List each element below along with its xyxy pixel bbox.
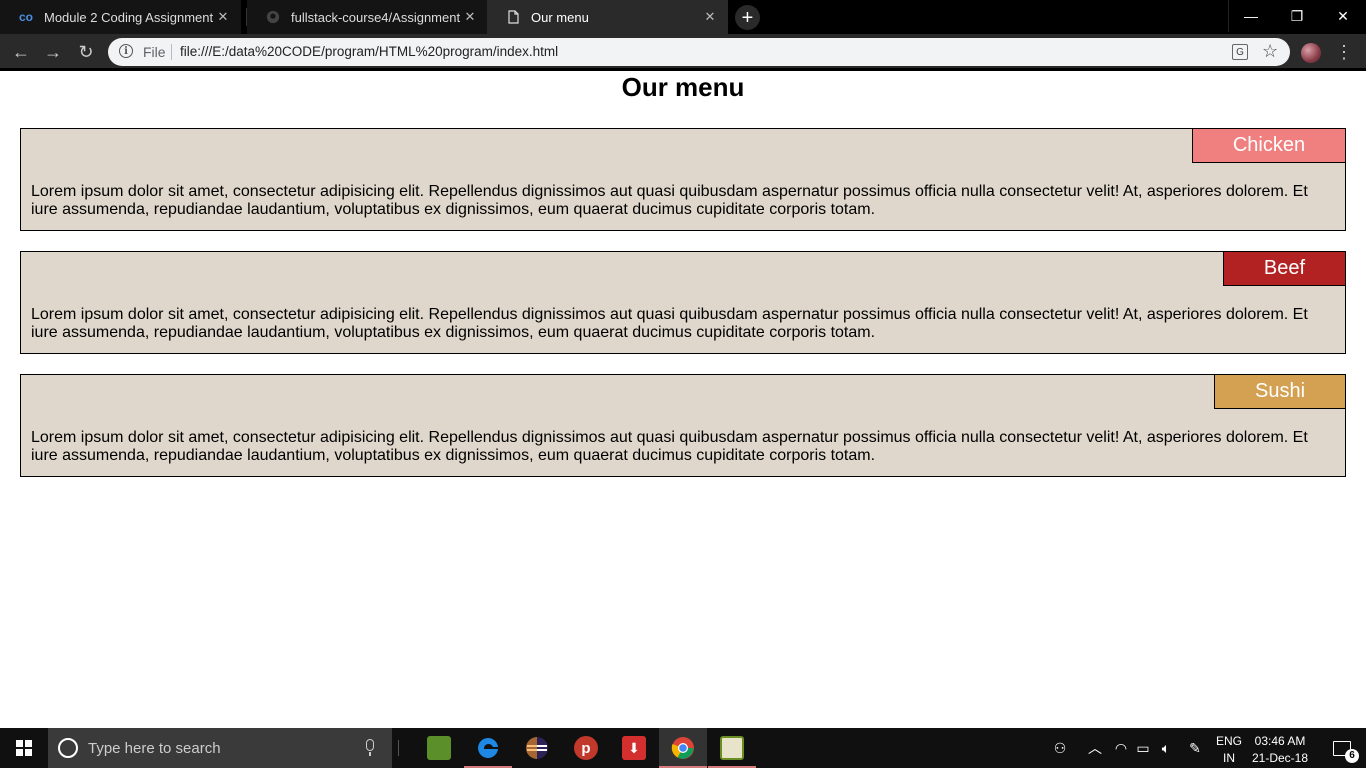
back-button[interactable]: ← bbox=[9, 40, 33, 64]
download-icon: ⬇ bbox=[622, 736, 646, 760]
psiphon-app[interactable]: p bbox=[562, 728, 610, 768]
address-bar[interactable]: i File file:///E:/data%20CODE/program/HT… bbox=[108, 38, 1290, 66]
chrome-app[interactable] bbox=[659, 728, 707, 768]
page-content: Our menu Chicken Lorem ipsum dolor sit a… bbox=[0, 71, 1366, 728]
download-app[interactable]: ⬇ bbox=[610, 728, 658, 768]
tab-title: fullstack-course4/Assignment-2.r bbox=[291, 9, 460, 25]
profile-avatar[interactable] bbox=[1301, 43, 1321, 63]
taskbar: Type here to search p ⬇ ⚇ ︿ ◠ ▭ 🔈︎ ✎ ENG… bbox=[0, 728, 1366, 768]
minimize-button[interactable]: — bbox=[1228, 0, 1274, 32]
eclipse-icon bbox=[526, 737, 548, 759]
clock[interactable]: 03:46 AM 21-Dec-18 bbox=[1248, 733, 1312, 767]
tab-github[interactable]: fullstack-course4/Assignment-2.r ✕ bbox=[247, 0, 488, 34]
tab-coursera[interactable]: co Module 2 Coding Assignment | C ✕ bbox=[0, 0, 241, 34]
restore-button[interactable]: ❐ bbox=[1274, 0, 1320, 32]
section-label: Sushi bbox=[1214, 374, 1346, 409]
edge-app[interactable] bbox=[464, 728, 512, 768]
edge-icon bbox=[478, 737, 498, 758]
action-center-button[interactable]: 6 bbox=[1318, 728, 1366, 768]
chrome-menu-icon[interactable]: ⋮ bbox=[1335, 40, 1353, 64]
minecraft-app[interactable] bbox=[415, 728, 463, 768]
tab-strip: co Module 2 Coding Assignment | C ✕ full… bbox=[0, 0, 1366, 34]
volume-icon[interactable]: 🔈︎ bbox=[1155, 728, 1177, 768]
cortana-icon bbox=[58, 738, 78, 758]
psiphon-icon: p bbox=[574, 736, 598, 760]
close-icon[interactable]: ✕ bbox=[213, 7, 233, 27]
notification-icon: 6 bbox=[1333, 740, 1359, 763]
info-icon[interactable]: i bbox=[119, 44, 133, 58]
eclipse-app[interactable] bbox=[513, 728, 561, 768]
reload-button[interactable]: ↻ bbox=[74, 40, 98, 64]
close-window-button[interactable]: ✕ bbox=[1320, 0, 1366, 32]
bookmark-star-icon[interactable]: ☆ bbox=[1262, 41, 1278, 62]
menu-section-chicken: Chicken Lorem ipsum dolor sit amet, cons… bbox=[20, 128, 1346, 231]
notepad-app[interactable] bbox=[708, 728, 756, 768]
language-code: ENG bbox=[1215, 734, 1242, 748]
microphone-icon[interactable] bbox=[365, 739, 375, 757]
chevron-up-icon[interactable]: ︿ bbox=[1084, 728, 1106, 768]
close-icon[interactable]: ✕ bbox=[460, 7, 480, 27]
start-button[interactable] bbox=[0, 728, 48, 768]
section-text: Lorem ipsum dolor sit amet, consectetur … bbox=[31, 183, 1308, 218]
language-indicator[interactable]: ENG IN bbox=[1214, 733, 1244, 767]
close-icon[interactable]: ✕ bbox=[700, 7, 720, 27]
security-label: File bbox=[143, 44, 166, 60]
notification-count: 6 bbox=[1345, 748, 1359, 763]
forward-button[interactable]: → bbox=[41, 40, 65, 64]
translate-icon[interactable]: G bbox=[1232, 44, 1248, 60]
section-text: Lorem ipsum dolor sit amet, consectetur … bbox=[31, 429, 1308, 464]
url-text[interactable]: file:///E:/data%20CODE/program/HTML%20pr… bbox=[180, 44, 558, 59]
page-icon bbox=[505, 9, 521, 25]
taskbar-search[interactable]: Type here to search bbox=[48, 728, 392, 768]
language-region: IN bbox=[1223, 751, 1235, 765]
tab-title: Module 2 Coding Assignment | C bbox=[44, 9, 213, 25]
search-placeholder: Type here to search bbox=[88, 740, 221, 757]
clock-date: 21-Dec-18 bbox=[1251, 751, 1309, 765]
github-icon bbox=[265, 9, 281, 25]
coursera-icon: co bbox=[18, 10, 33, 24]
wifi-icon[interactable]: ◠ bbox=[1110, 728, 1132, 768]
section-text: Lorem ipsum dolor sit amet, consectetur … bbox=[31, 306, 1308, 341]
tab-our-menu[interactable]: Our menu ✕ bbox=[487, 0, 728, 34]
tab-title: Our menu bbox=[531, 9, 589, 25]
menu-section-sushi: Sushi Lorem ipsum dolor sit amet, consec… bbox=[20, 374, 1346, 477]
chrome-icon bbox=[671, 737, 694, 759]
menu-section-beef: Beef Lorem ipsum dolor sit amet, consect… bbox=[20, 251, 1346, 354]
section-label: Chicken bbox=[1192, 128, 1346, 163]
battery-icon[interactable]: ▭ bbox=[1132, 728, 1154, 768]
clock-time: 03:46 AM bbox=[1254, 734, 1306, 748]
new-tab-button[interactable]: + bbox=[735, 5, 760, 30]
minecraft-icon bbox=[427, 736, 451, 760]
notepad-icon bbox=[720, 736, 744, 760]
section-label: Beef bbox=[1223, 251, 1346, 286]
page-title: Our menu bbox=[621, 72, 745, 102]
windows-icon bbox=[16, 740, 32, 756]
people-icon[interactable]: ⚇ bbox=[1046, 728, 1074, 768]
pen-icon[interactable]: ✎ bbox=[1182, 728, 1208, 768]
